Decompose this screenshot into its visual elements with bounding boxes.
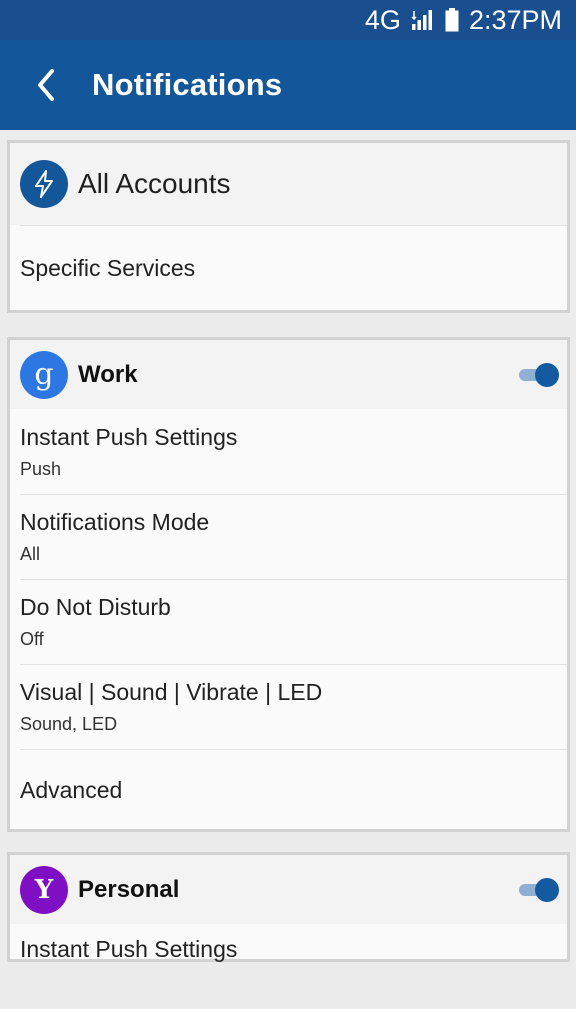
work-notifications-mode-row[interactable]: Notifications Mode All (20, 494, 567, 579)
toggle-thumb (535, 362, 559, 387)
yahoo-y-icon: Y (20, 865, 68, 914)
work-instant-push-row[interactable]: Instant Push Settings Push (20, 409, 567, 494)
personal-account-title: Personal (78, 875, 180, 903)
row-title: Advanced (20, 777, 123, 803)
all-accounts-title: All Accounts (78, 168, 231, 199)
toggle-thumb (535, 877, 559, 902)
google-g-icon: g (20, 350, 68, 399)
lightning-icon (20, 160, 68, 208)
row-value: All (20, 544, 41, 564)
row-title: Instant Push Settings (20, 423, 238, 450)
chevron-left-icon (38, 69, 54, 101)
specific-services-label: Specific Services (20, 254, 196, 281)
work-do-not-disturb-row[interactable]: Do Not Disturb Off (20, 579, 567, 664)
work-account-title: Work (78, 360, 138, 388)
work-advanced-row[interactable]: Advanced (20, 749, 567, 831)
personal-instant-push-row[interactable]: Instant Push Settings (20, 924, 567, 1009)
network-type: 4G (364, 4, 401, 35)
status-bar: 4G 2:37PM (0, 0, 576, 40)
work-account-card: g Work Instant Push Settings Push Notifi… (7, 337, 570, 832)
page-title: Notifications (92, 67, 283, 102)
row-title: Notifications Mode (20, 509, 210, 535)
signal-icon (411, 9, 435, 31)
specific-services-row[interactable]: Specific Services (20, 225, 567, 310)
battery-icon (445, 8, 459, 32)
personal-account-card: Y Personal Instant Push Settings (7, 852, 570, 962)
all-accounts-card: All Accounts Specific Services (7, 140, 570, 313)
all-accounts-header[interactable]: All Accounts (10, 143, 567, 225)
personal-account-header: Y Personal (10, 855, 567, 924)
back-button[interactable] (0, 40, 92, 130)
row-title: Visual | Sound | Vibrate | LED (20, 679, 323, 705)
row-title: Instant Push Settings (20, 936, 238, 962)
row-value: Off (20, 629, 44, 649)
row-value: Sound, LED (20, 714, 118, 734)
row-title: Do Not Disturb (20, 594, 171, 620)
work-account-header: g Work (10, 340, 567, 409)
row-value: Push (20, 458, 62, 479)
app-bar: Notifications (0, 40, 576, 130)
work-visual-sound-row[interactable]: Visual | Sound | Vibrate | LED Sound, LE… (20, 664, 567, 749)
work-account-toggle[interactable] (519, 362, 559, 388)
google-g-letter: g (34, 357, 54, 392)
yahoo-y-letter: Y (34, 874, 54, 905)
personal-account-toggle[interactable] (519, 877, 559, 903)
clock: 2:37PM (468, 4, 562, 35)
